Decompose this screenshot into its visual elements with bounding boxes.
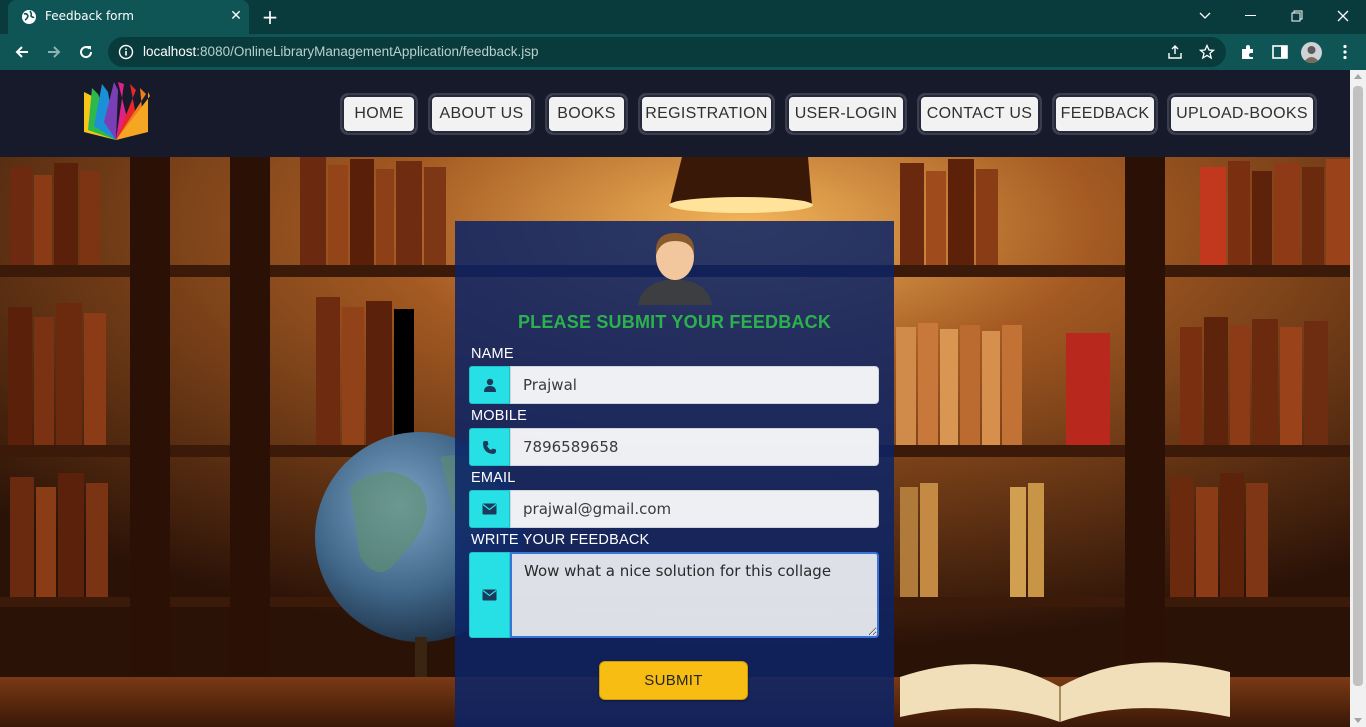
library-book-logo[interactable]	[80, 82, 152, 144]
globe-icon	[22, 10, 36, 24]
profile-avatar[interactable]	[1301, 42, 1322, 63]
tab-title: Feedback form	[45, 9, 134, 23]
email-label: EMAIL	[471, 470, 516, 486]
site-navbar: HOME ABOUT US BOOKS REGISTRATION USER-LO…	[0, 70, 1350, 157]
submit-button[interactable]: SUBMIT	[599, 661, 748, 700]
nav-contact-us[interactable]: CONTACT US	[917, 93, 1042, 135]
feedback-form: PLEASE SUBMIT YOUR FEEDBACK NAME MOBILE …	[455, 221, 894, 727]
scroll-up-arrow-icon[interactable]	[1354, 74, 1362, 79]
nav-user-login[interactable]: USER-LOGIN	[785, 93, 907, 135]
email-input[interactable]	[510, 490, 879, 528]
envelope-icon	[469, 552, 510, 638]
browser-tab-strip: Feedback form ✕ +	[0, 0, 1366, 34]
kebab-menu-icon[interactable]	[1336, 43, 1354, 61]
minimize-icon[interactable]	[1228, 0, 1274, 32]
nav-registration[interactable]: REGISTRATION	[638, 93, 775, 135]
nav-feedback[interactable]: FEEDBACK	[1052, 93, 1158, 135]
browser-toolbar: localhost:8080/OnlineLibraryManagementAp…	[0, 34, 1366, 70]
phone-icon	[469, 428, 510, 466]
bookmark-star-icon[interactable]	[1199, 44, 1215, 60]
name-input[interactable]	[510, 366, 879, 404]
nav-upload-books[interactable]: UPLOAD-BOOKS	[1167, 93, 1317, 135]
mobile-label: MOBILE	[471, 408, 527, 424]
share-icon[interactable]	[1167, 44, 1183, 60]
close-tab-icon[interactable]: ✕	[226, 6, 246, 26]
site-info-icon[interactable]	[118, 44, 134, 60]
user-icon	[469, 366, 510, 404]
feedback-textarea[interactable]: Wow what a nice solution for this collag…	[510, 552, 879, 638]
browser-tab[interactable]: Feedback form ✕	[8, 0, 249, 34]
close-window-icon[interactable]	[1320, 0, 1366, 32]
page-scrollbar[interactable]	[1350, 70, 1366, 727]
new-tab-icon[interactable]: +	[258, 5, 282, 29]
nav-books[interactable]: BOOKS	[545, 93, 628, 135]
scroll-thumb[interactable]	[1353, 86, 1363, 686]
web-page: HOME ABOUT US BOOKS REGISTRATION USER-LO…	[0, 70, 1350, 727]
address-bar[interactable]: localhost:8080/OnlineLibraryManagementAp…	[108, 37, 1226, 67]
reload-icon[interactable]	[72, 38, 100, 66]
back-icon[interactable]	[8, 38, 36, 66]
tab-search-icon[interactable]	[1182, 0, 1228, 32]
user-avatar-icon	[638, 233, 712, 305]
nav-about-us[interactable]: ABOUT US	[428, 93, 535, 135]
envelope-icon	[469, 490, 510, 528]
feedback-label: WRITE YOUR FEEDBACK	[471, 532, 650, 548]
url-text: localhost:8080/OnlineLibraryManagementAp…	[143, 44, 539, 59]
nav-home[interactable]: HOME	[340, 93, 418, 135]
url-host: localhost	[143, 44, 197, 59]
mobile-input[interactable]	[510, 428, 879, 466]
form-title: PLEASE SUBMIT YOUR FEEDBACK	[517, 312, 832, 332]
forward-icon[interactable]	[40, 38, 68, 66]
restore-icon[interactable]	[1274, 0, 1320, 32]
side-panel-icon[interactable]	[1271, 43, 1289, 61]
url-path: :8080/OnlineLibraryManagementApplication…	[196, 44, 539, 59]
scroll-down-arrow-icon[interactable]	[1354, 718, 1362, 723]
extensions-puzzle-icon[interactable]	[1239, 43, 1257, 61]
name-label: NAME	[471, 346, 514, 362]
